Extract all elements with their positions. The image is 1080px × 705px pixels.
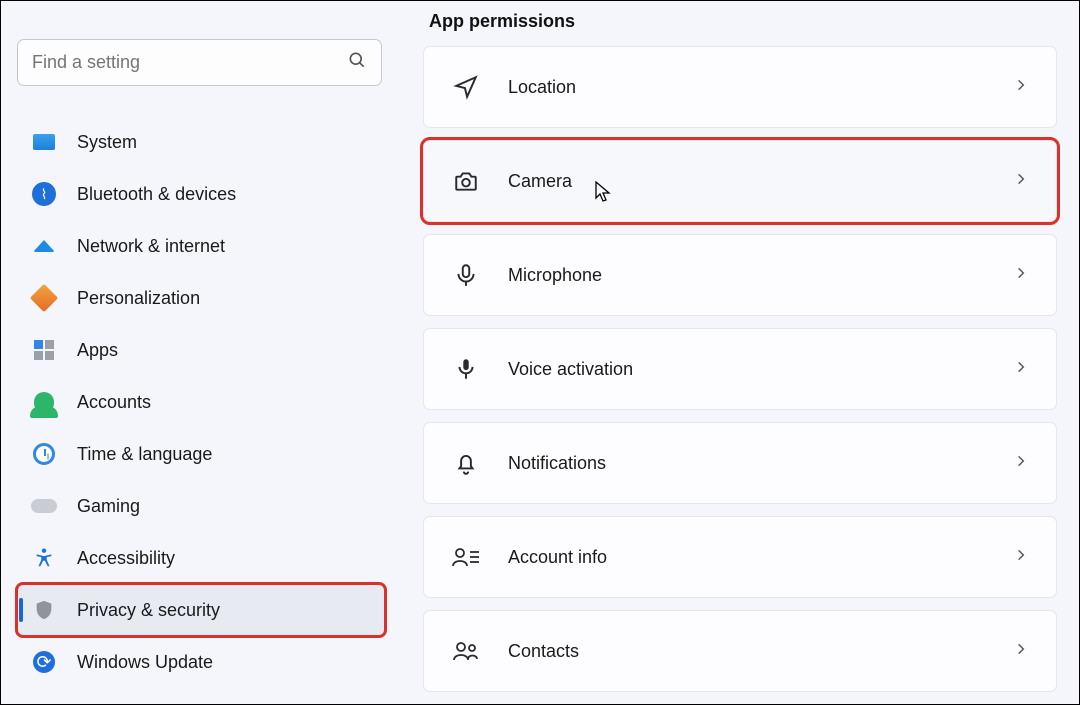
permission-item-camera[interactable]: Camera — [423, 140, 1057, 222]
permission-item-voice-activation[interactable]: Voice activation — [423, 328, 1057, 410]
shield-icon — [31, 597, 57, 623]
chevron-right-icon — [1014, 78, 1028, 97]
permission-label: Account info — [508, 547, 607, 568]
sidebar-item-apps[interactable]: Apps — [17, 324, 385, 376]
clock-icon — [31, 441, 57, 467]
sidebar-item-label: Bluetooth & devices — [77, 184, 236, 205]
contacts-icon — [452, 637, 480, 665]
search-icon — [347, 50, 367, 75]
permission-item-account-info[interactable]: Account info — [423, 516, 1057, 598]
permission-label: Location — [508, 77, 576, 98]
update-icon: ⟳ — [31, 649, 57, 675]
sidebar-item-windows-update[interactable]: ⟳ Windows Update — [17, 636, 385, 688]
sidebar-item-label: Windows Update — [77, 652, 213, 673]
sidebar-item-label: Apps — [77, 340, 118, 361]
sidebar-item-privacy-security[interactable]: Privacy & security — [17, 584, 385, 636]
sidebar-item-label: System — [77, 132, 137, 153]
nav-list: System ⌇ Bluetooth & devices Network & i… — [17, 116, 385, 688]
permission-label: Camera — [508, 171, 572, 192]
sidebar-item-accounts[interactable]: Accounts — [17, 376, 385, 428]
sidebar-item-label: Network & internet — [77, 236, 225, 257]
main-content: App permissions Location Camera — [401, 1, 1079, 704]
account-info-icon — [452, 543, 480, 571]
permission-item-notifications[interactable]: Notifications — [423, 422, 1057, 504]
chevron-right-icon — [1014, 642, 1028, 661]
sidebar-item-label: Accounts — [77, 392, 151, 413]
permission-item-location[interactable]: Location — [423, 46, 1057, 128]
accessibility-icon — [31, 545, 57, 571]
accounts-icon — [31, 389, 57, 415]
permission-label: Voice activation — [508, 359, 633, 380]
wifi-icon — [31, 233, 57, 259]
permission-item-contacts[interactable]: Contacts — [423, 610, 1057, 692]
permissions-list: Location Camera Microphone — [423, 46, 1057, 692]
sidebar-item-accessibility[interactable]: Accessibility — [17, 532, 385, 584]
section-title: App permissions — [429, 11, 1057, 32]
permission-item-microphone[interactable]: Microphone — [423, 234, 1057, 316]
system-icon — [31, 129, 57, 155]
camera-icon — [452, 167, 480, 195]
sidebar: System ⌇ Bluetooth & devices Network & i… — [1, 1, 401, 704]
sidebar-item-bluetooth[interactable]: ⌇ Bluetooth & devices — [17, 168, 385, 220]
sidebar-item-time-language[interactable]: Time & language — [17, 428, 385, 480]
sidebar-item-label: Gaming — [77, 496, 140, 517]
sidebar-item-label: Privacy & security — [77, 600, 220, 621]
chevron-right-icon — [1014, 172, 1028, 191]
location-icon — [452, 73, 480, 101]
permission-label: Notifications — [508, 453, 606, 474]
search-box[interactable] — [17, 39, 382, 86]
bluetooth-icon: ⌇ — [31, 181, 57, 207]
chevron-right-icon — [1014, 360, 1028, 379]
gamepad-icon — [31, 493, 57, 519]
sidebar-item-label: Accessibility — [77, 548, 175, 569]
microphone-icon — [452, 261, 480, 289]
bell-icon — [452, 449, 480, 477]
sidebar-item-gaming[interactable]: Gaming — [17, 480, 385, 532]
search-input[interactable] — [32, 52, 347, 73]
sidebar-item-label: Time & language — [77, 444, 212, 465]
voice-icon — [452, 355, 480, 383]
chevron-right-icon — [1014, 454, 1028, 473]
sidebar-item-system[interactable]: System — [17, 116, 385, 168]
sidebar-item-personalization[interactable]: Personalization — [17, 272, 385, 324]
sidebar-item-label: Personalization — [77, 288, 200, 309]
chevron-right-icon — [1014, 266, 1028, 285]
permission-label: Microphone — [508, 265, 602, 286]
chevron-right-icon — [1014, 548, 1028, 567]
permission-label: Contacts — [508, 641, 579, 662]
sidebar-item-network[interactable]: Network & internet — [17, 220, 385, 272]
apps-icon — [31, 337, 57, 363]
brush-icon — [31, 285, 57, 311]
